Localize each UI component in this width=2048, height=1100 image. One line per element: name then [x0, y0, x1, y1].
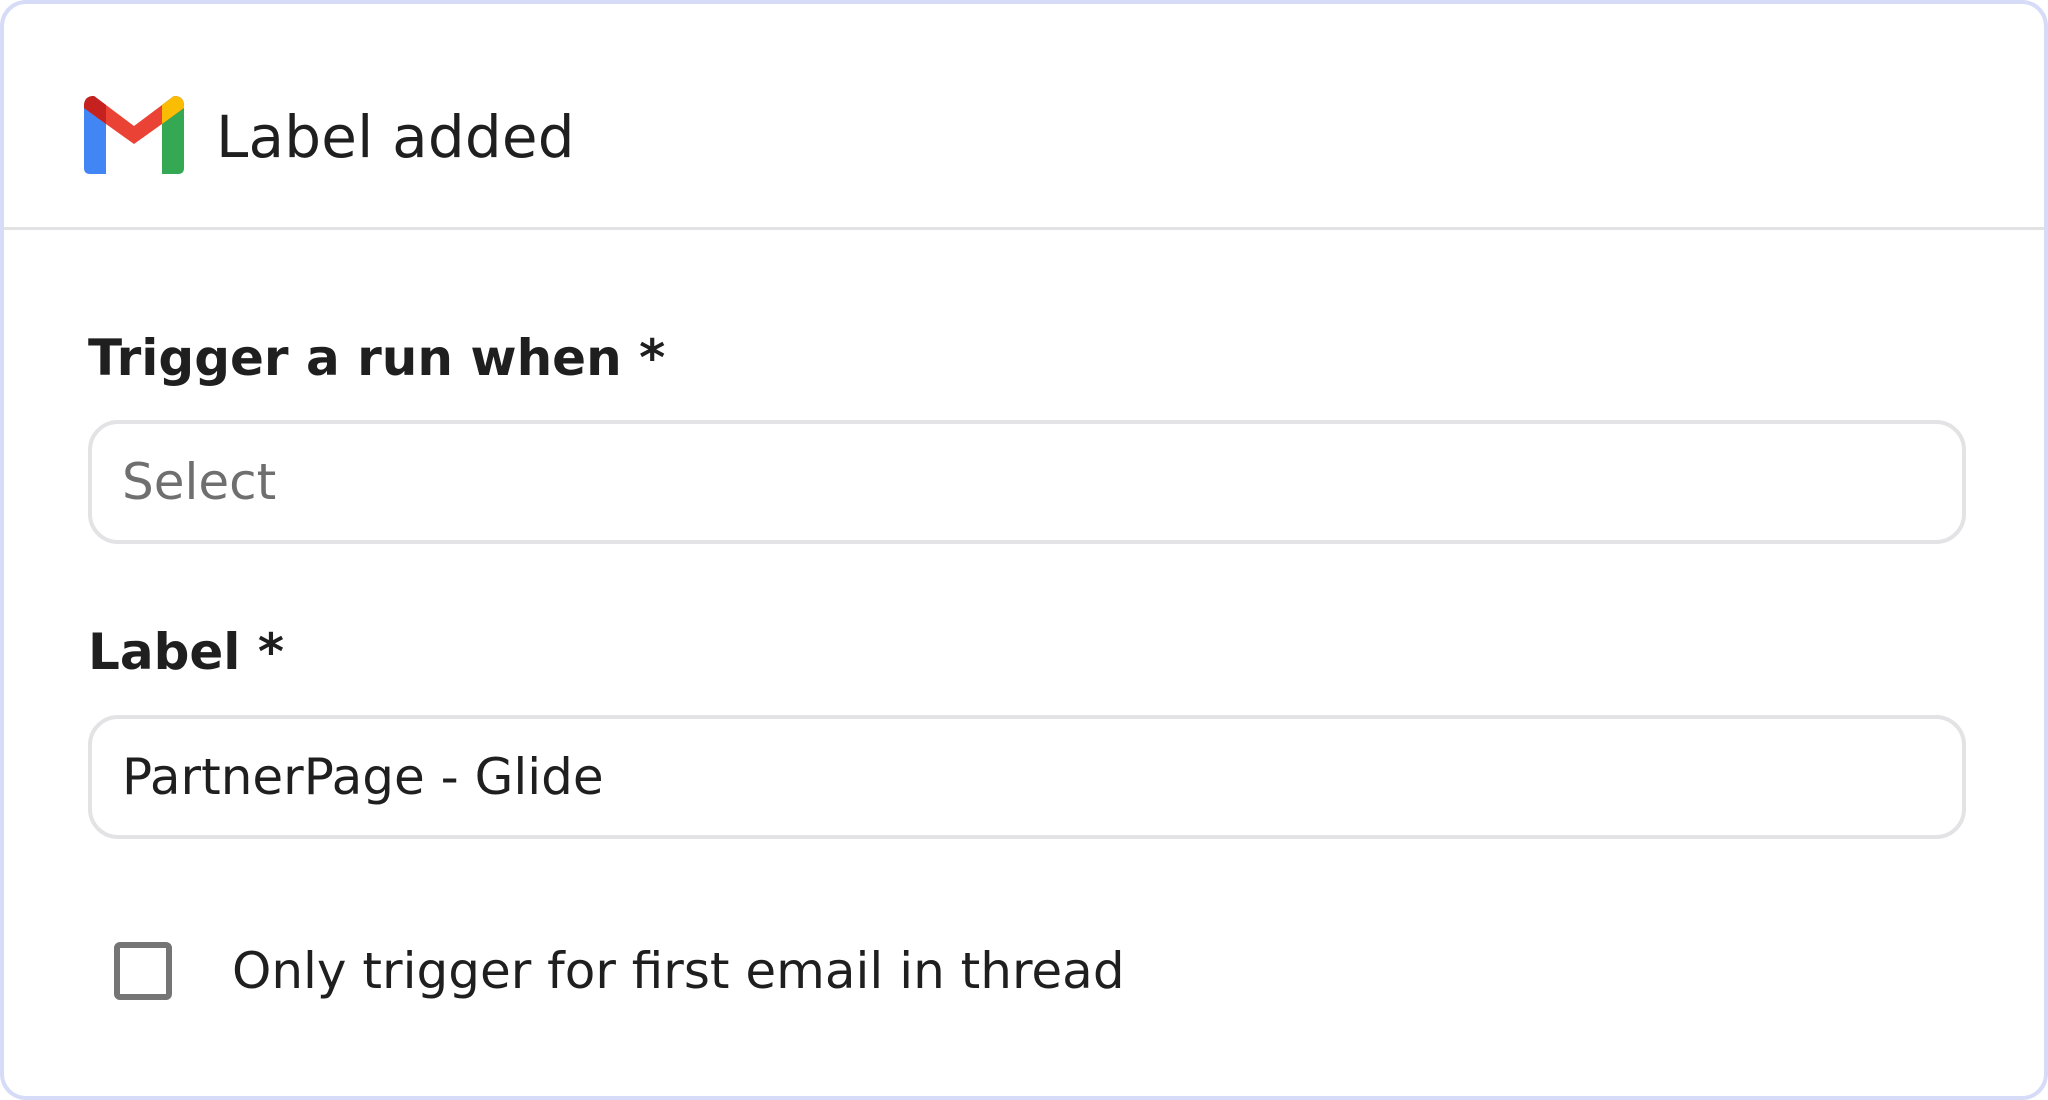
trigger-config-card: Label added Trigger a run when * Select … [0, 0, 2048, 1100]
first-email-checkbox-wrapper[interactable] [88, 916, 198, 1026]
card-header: Label added [4, 4, 2044, 230]
label-input-value: PartnerPage - Glide [122, 748, 604, 806]
trigger-field-label: Trigger a run when * [88, 329, 666, 387]
first-email-checkbox[interactable] [114, 942, 172, 1000]
first-email-checkbox-label[interactable]: Only trigger for first email in thread [232, 938, 1125, 1004]
label-field-label: Label * [88, 623, 284, 681]
trigger-select[interactable]: Select [88, 420, 1966, 544]
gmail-icon [84, 96, 184, 174]
page-title: Label added [216, 103, 575, 171]
label-input[interactable]: PartnerPage - Glide [88, 715, 1966, 839]
trigger-select-placeholder: Select [122, 453, 277, 511]
